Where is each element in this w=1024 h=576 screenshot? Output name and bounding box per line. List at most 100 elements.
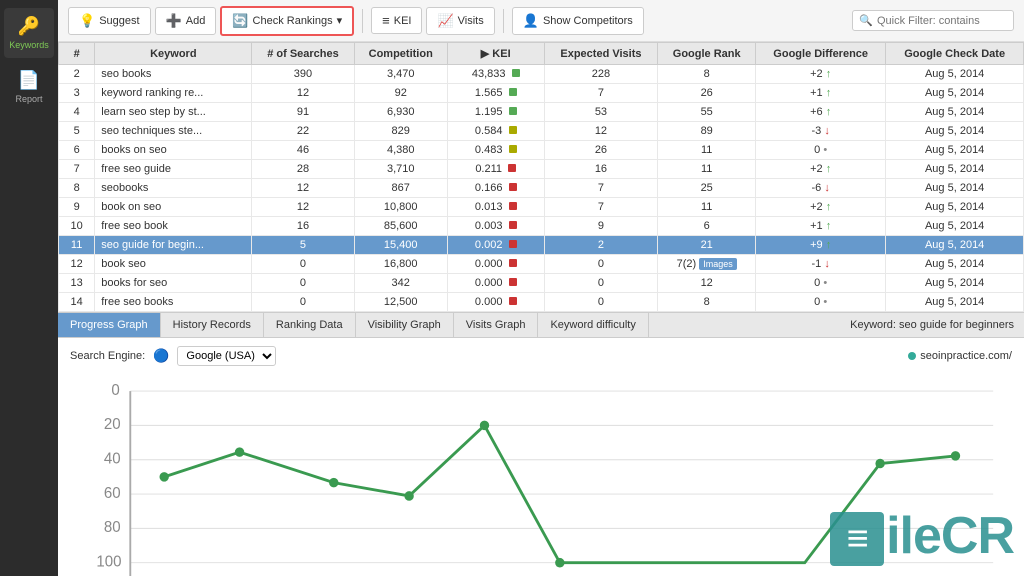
tab-progress-graph[interactable]: Progress Graph: [58, 313, 161, 337]
diff-arrow-up: ↑: [826, 163, 832, 175]
row-google-rank: 11: [658, 198, 756, 217]
add-button[interactable]: ➕ Add: [155, 7, 217, 35]
row-visits: 7: [544, 84, 658, 103]
table-row[interactable]: 3 keyword ranking re... 12 92 1.565 7 26…: [59, 84, 1024, 103]
sidebar-item-report-label: Report: [15, 94, 42, 104]
kei-indicator: [509, 278, 517, 286]
diff-arrow-up: ↑: [826, 201, 832, 213]
row-searches: 0: [252, 255, 354, 274]
table-row[interactable]: 13 books for seo 0 342 0.000 0 12 0 • Au…: [59, 274, 1024, 293]
chart-header: Search Engine: 🔵 Google (USA) seoinpract…: [70, 346, 1012, 366]
check-rankings-icon: 🔄: [232, 13, 248, 29]
keywords-icon: 🔑: [18, 16, 40, 37]
table-row[interactable]: 5 seo techniques ste... 22 829 0.584 12 …: [59, 122, 1024, 141]
table-row[interactable]: 12 book seo 0 16,800 0.000 0 7(2) Images…: [59, 255, 1024, 274]
row-visits: 7: [544, 179, 658, 198]
row-keyword: free seo book: [95, 217, 252, 236]
search-input[interactable]: [877, 15, 1007, 27]
tab-keyword-difficulty[interactable]: Keyword difficulty: [538, 313, 648, 337]
table-row[interactable]: 14 free seo books 0 12,500 0.000 0 8 0 •…: [59, 293, 1024, 312]
tab-history-records[interactable]: History Records: [161, 313, 264, 337]
tab-visibility-graph[interactable]: Visibility Graph: [356, 313, 454, 337]
row-google-diff: +1 ↑: [756, 217, 886, 236]
row-num: 8: [59, 179, 95, 198]
row-google-diff: +6 ↑: [756, 103, 886, 122]
table-row[interactable]: 8 seobooks 12 867 0.166 7 25 -6 ↓ Aug 5,…: [59, 179, 1024, 198]
row-competition: 85,600: [354, 217, 447, 236]
row-keyword: books on seo: [95, 141, 252, 160]
row-google-diff: -1 ↓: [756, 255, 886, 274]
row-google-diff: +2 ↑: [756, 160, 886, 179]
legend-label: seoinpractice.com/: [920, 350, 1012, 362]
chart-area: Search Engine: 🔵 Google (USA) seoinpract…: [58, 338, 1024, 576]
kei-indicator: [509, 107, 517, 115]
chart-legend: seoinpractice.com/: [908, 350, 1012, 362]
tab-ranking-data[interactable]: Ranking Data: [264, 313, 356, 337]
row-keyword: books for seo: [95, 274, 252, 293]
svg-text:40: 40: [104, 450, 121, 467]
row-competition: 342: [354, 274, 447, 293]
sidebar-item-report[interactable]: 📄 Report: [4, 62, 54, 112]
suggest-button[interactable]: 💡 Suggest: [68, 7, 151, 35]
sidebar-item-keywords-label: Keywords: [9, 40, 49, 50]
row-searches: 91: [252, 103, 354, 122]
check-rankings-label: Check Rankings: [253, 15, 333, 27]
row-searches: 16: [252, 217, 354, 236]
row-competition: 4,380: [354, 141, 447, 160]
diff-arrow-up: ↑: [826, 239, 832, 251]
table-row[interactable]: 9 book on seo 12 10,800 0.013 7 11 +2 ↑ …: [59, 198, 1024, 217]
row-check-date: Aug 5, 2014: [886, 179, 1024, 198]
diff-arrow-up: ↑: [826, 220, 832, 232]
sidebar-item-keywords[interactable]: 🔑 Keywords: [4, 8, 54, 58]
visits-icon: 📈: [437, 13, 453, 29]
row-keyword: keyword ranking re...: [95, 84, 252, 103]
row-visits: 53: [544, 103, 658, 122]
toolbar-separator-2: [503, 9, 504, 33]
row-num: 4: [59, 103, 95, 122]
img-badge: Images: [699, 258, 737, 270]
row-google-rank: 7(2) Images: [658, 255, 756, 274]
search-engine-select[interactable]: Google (USA): [177, 346, 276, 366]
keywords-table: # Keyword # of Searches Competition ▶ KE…: [58, 42, 1024, 312]
row-num: 12: [59, 255, 95, 274]
row-google-rank: 25: [658, 179, 756, 198]
row-visits: 7: [544, 198, 658, 217]
row-google-diff: 0 •: [756, 141, 886, 160]
show-competitors-label: Show Competitors: [543, 15, 633, 27]
table-row[interactable]: 11 seo guide for begin... 5 15,400 0.002…: [59, 236, 1024, 255]
row-google-diff: +2 ↑: [756, 65, 886, 84]
quick-filter-container: 🔍: [852, 10, 1014, 31]
row-google-diff: 0 •: [756, 274, 886, 293]
row-num: 6: [59, 141, 95, 160]
row-check-date: Aug 5, 2014: [886, 274, 1024, 293]
table-row[interactable]: 4 learn seo step by st... 91 6,930 1.195…: [59, 103, 1024, 122]
show-competitors-button[interactable]: 👤 Show Competitors: [512, 7, 644, 35]
row-kei: 0.000: [447, 293, 544, 312]
row-visits: 26: [544, 141, 658, 160]
google-rank-value: 11: [701, 144, 712, 156]
check-rankings-button[interactable]: 🔄 Check Rankings ▾: [220, 6, 354, 36]
row-google-rank: 12: [658, 274, 756, 293]
visits-button[interactable]: 📈 Visits: [426, 7, 494, 35]
row-visits: 16: [544, 160, 658, 179]
row-kei: 0.584: [447, 122, 544, 141]
kei-button[interactable]: ≡ KEI: [371, 7, 422, 34]
row-keyword: learn seo step by st...: [95, 103, 252, 122]
row-google-diff: -3 ↓: [756, 122, 886, 141]
add-icon: ➕: [166, 13, 182, 29]
row-keyword: free seo guide: [95, 160, 252, 179]
row-keyword: book on seo: [95, 198, 252, 217]
table-row[interactable]: 6 books on seo 46 4,380 0.483 26 11 0 • …: [59, 141, 1024, 160]
row-google-diff: 0 •: [756, 293, 886, 312]
col-google-check: Google Check Date: [886, 43, 1024, 65]
row-check-date: Aug 5, 2014: [886, 255, 1024, 274]
tab-visits-graph[interactable]: Visits Graph: [454, 313, 539, 337]
row-kei: 0.002: [447, 236, 544, 255]
kei-icon: ≡: [382, 13, 390, 28]
main-content: 💡 Suggest ➕ Add 🔄 Check Rankings ▾ ≡ KEI…: [58, 0, 1024, 576]
table-row[interactable]: 7 free seo guide 28 3,710 0.211 16 11 +2…: [59, 160, 1024, 179]
row-competition: 6,930: [354, 103, 447, 122]
report-icon: 📄: [18, 70, 40, 91]
table-row[interactable]: 10 free seo book 16 85,600 0.003 9 6 +1 …: [59, 217, 1024, 236]
table-row[interactable]: 2 seo books 390 3,470 43,833 228 8 +2 ↑ …: [59, 65, 1024, 84]
